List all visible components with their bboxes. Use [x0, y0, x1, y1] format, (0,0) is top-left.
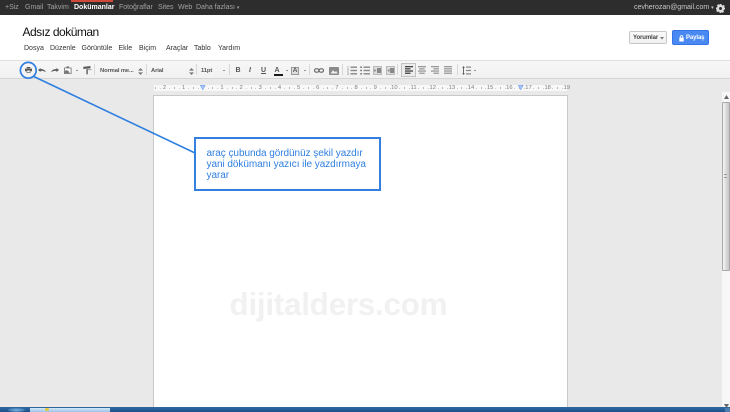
- svg-text:3: 3: [347, 72, 349, 75]
